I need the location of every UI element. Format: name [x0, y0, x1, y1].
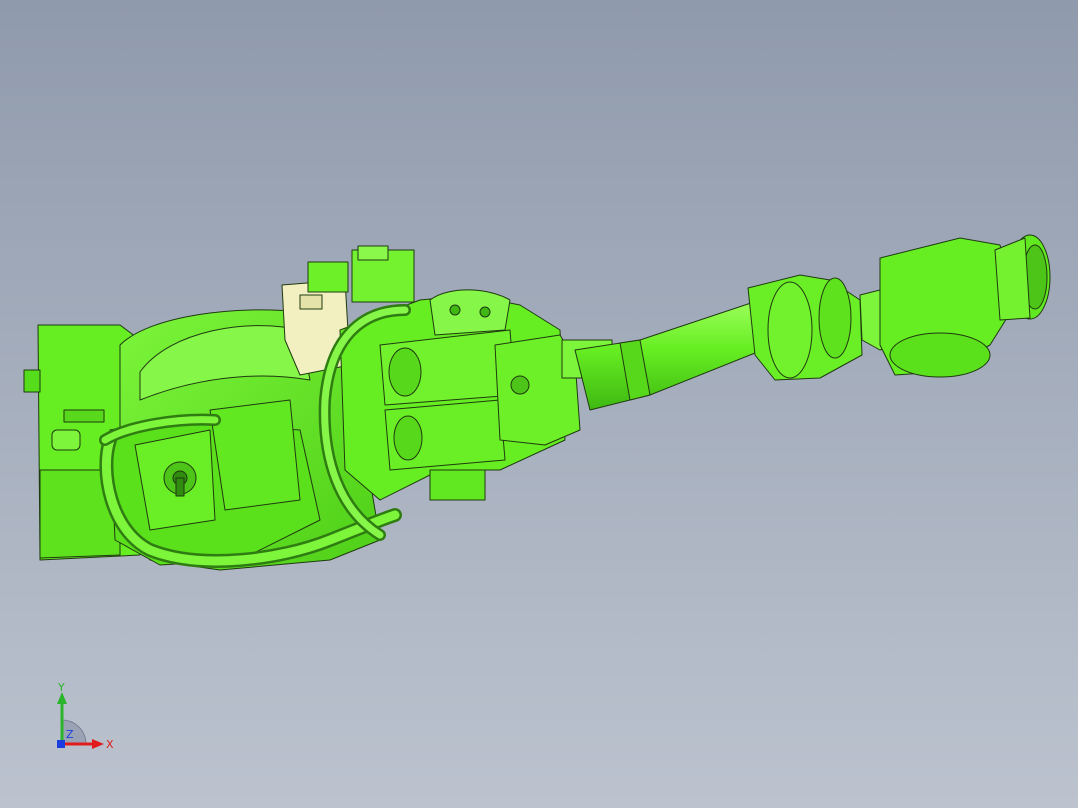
forearm-tube: [574, 299, 776, 411]
shoulder-cap-top: [429, 289, 511, 336]
cad-3d-viewport[interactable]: Y X Z: [0, 0, 1078, 808]
wrist-ring-2: [818, 277, 852, 359]
top-motor-left: [307, 261, 349, 293]
cylinder-lower-cap: [393, 415, 423, 461]
elbow-port: [510, 375, 530, 395]
z-axis-marker: [57, 740, 65, 748]
base-side-panel: [23, 369, 41, 393]
base-detail-1: [51, 429, 81, 451]
robot-arm-model[interactable]: [0, 0, 1078, 808]
shoulder-bolt-1: [449, 304, 461, 316]
motor-keyhole: [175, 477, 185, 497]
coordinate-triad: Y X Z: [57, 682, 114, 751]
wrist-ring-1: [767, 281, 813, 379]
bracket-slot: [299, 294, 323, 310]
cylinder-base-block: [429, 469, 486, 501]
x-axis-arrow: [92, 739, 104, 749]
x-axis-label: X: [106, 738, 114, 751]
base-detail-2: [63, 409, 105, 423]
turret-side-plate: [209, 399, 301, 511]
cylinder-upper-cap: [388, 347, 422, 397]
tool-flange-neck: [994, 237, 1031, 321]
end-effector-lower-disk: [889, 332, 991, 378]
top-motor-cap: [357, 245, 389, 261]
y-axis-label: Y: [57, 682, 65, 694]
shoulder-bolt-2: [479, 306, 491, 318]
z-axis-label: Z: [66, 728, 74, 741]
